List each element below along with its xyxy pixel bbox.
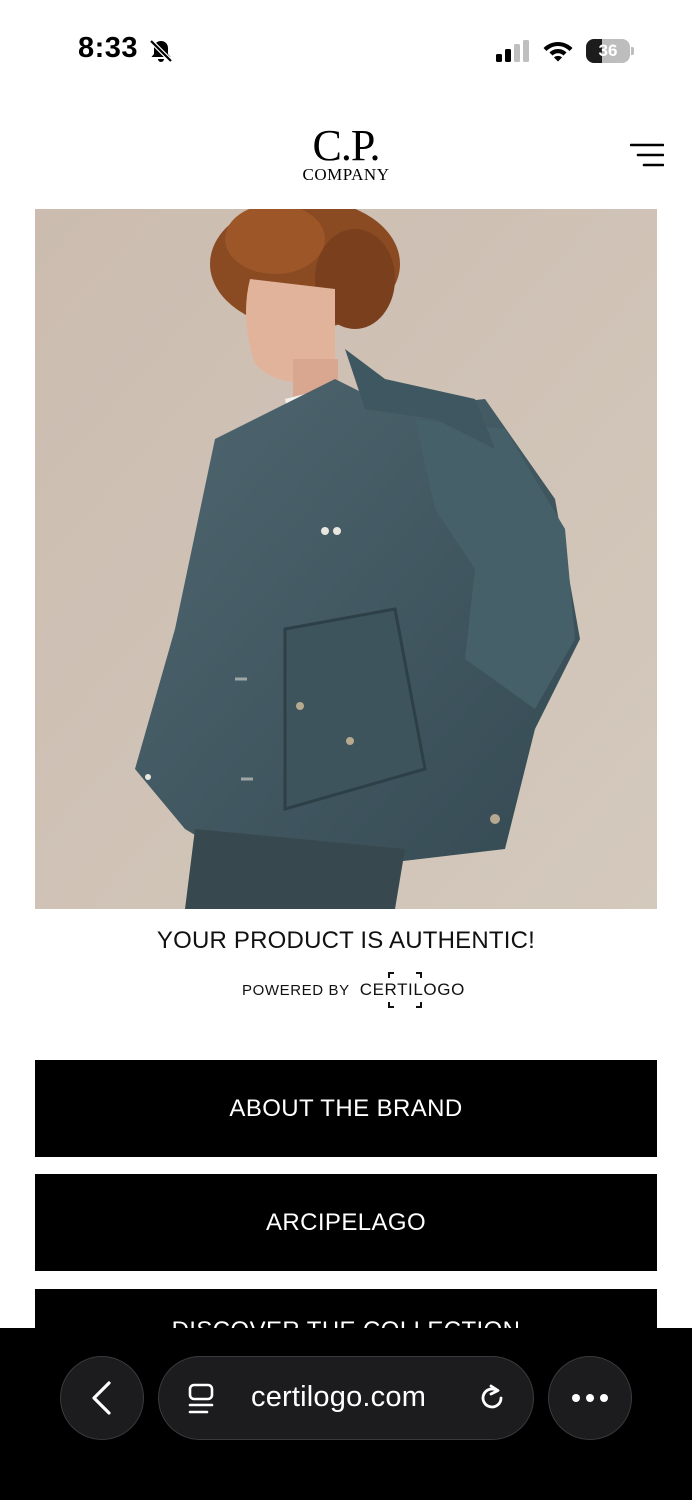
powered-by-label: POWERED BY (242, 981, 350, 999)
wifi-icon (543, 42, 573, 62)
authentic-message: YOUR PRODUCT IS AUTHENTIC! (156, 927, 536, 954)
back-chevron-icon (92, 1381, 111, 1415)
hero-illustration (35, 209, 657, 909)
signal-icon (496, 40, 529, 62)
certilogo-logo: CERTILOGO (358, 972, 467, 1008)
battery-indicator: 36 (586, 39, 634, 63)
status-time: 8:33 (78, 32, 139, 64)
certilogo-text: CERTILOGO (359, 980, 465, 999)
more-icon (572, 1394, 608, 1402)
arcipelago-button[interactable]: ARCIPELAGO (35, 1174, 657, 1271)
address-bar[interactable]: certilogo.com (158, 1356, 534, 1440)
powered-by-certilogo[interactable]: POWERED BY CERTILOGO (242, 972, 467, 1008)
battery-level: 36 (598, 41, 618, 60)
browser-toolbar: certilogo.com (0, 1328, 692, 1500)
url-text: certilogo.com (251, 1381, 427, 1413)
about-the-brand-button[interactable]: ABOUT THE BRAND (35, 1060, 657, 1157)
reload-icon[interactable] (477, 1383, 507, 1413)
hero-image (35, 209, 657, 909)
logo-line2: COMPANY (302, 165, 390, 184)
tabs-icon (188, 1383, 214, 1414)
back-button[interactable] (60, 1356, 144, 1440)
brand-logo[interactable]: C.P. COMPANY (286, 121, 406, 184)
logo-line1: C.P. (312, 121, 381, 170)
more-button[interactable] (548, 1356, 632, 1440)
menu-icon[interactable] (630, 142, 664, 168)
status-bar: 8:33 36 (0, 0, 692, 100)
bell-slash-icon (149, 39, 173, 63)
